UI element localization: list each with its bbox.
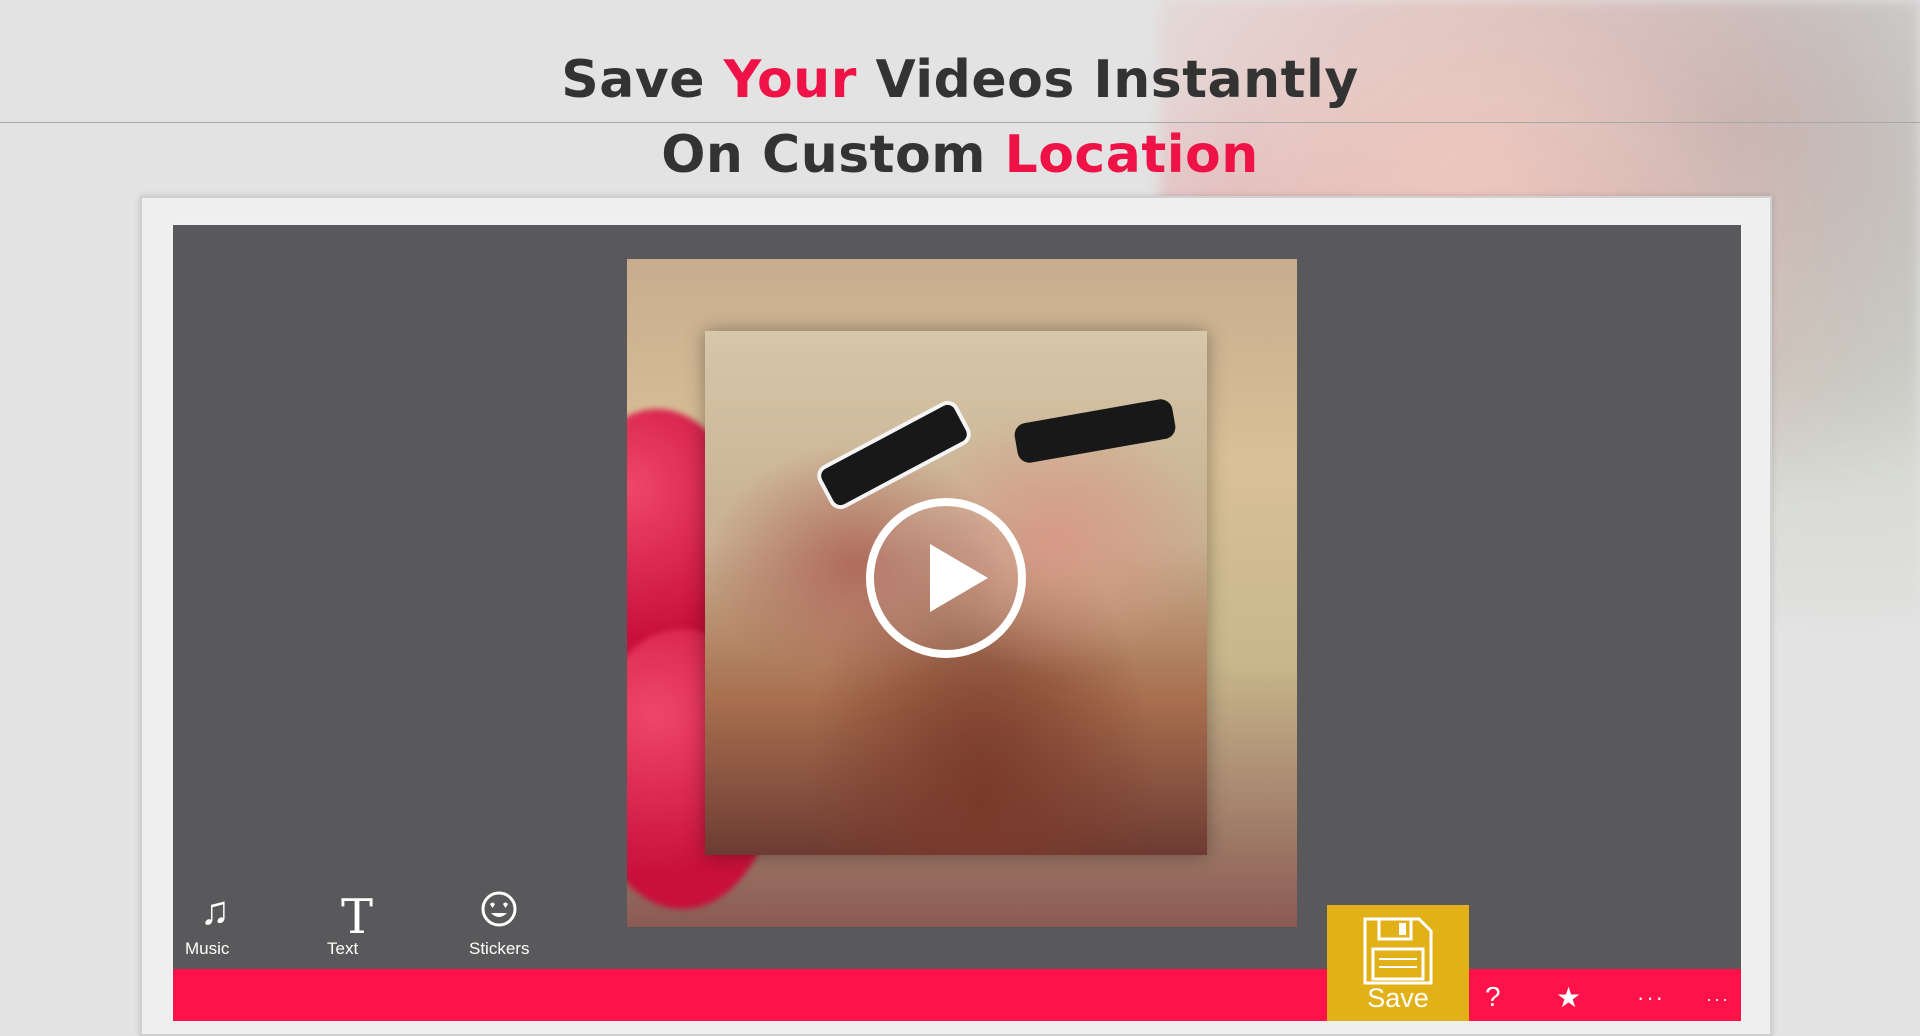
text-icon: T bbox=[340, 889, 373, 945]
video-editor-app: ♫ Music T Text Stickers Save ? ★ ··· ··· bbox=[171, 223, 1743, 1023]
music-tool-button[interactable]: ♫ Music bbox=[185, 889, 275, 959]
save-button[interactable]: Save bbox=[1327, 905, 1469, 1021]
play-button[interactable] bbox=[866, 498, 1026, 658]
sunglasses-shape bbox=[1012, 397, 1178, 465]
text-label: Text bbox=[327, 939, 359, 958]
app-bar-overflow-icon[interactable]: ··· bbox=[1706, 989, 1730, 1010]
sunglasses-shape bbox=[812, 396, 976, 514]
bottom-app-bar bbox=[173, 969, 1741, 1021]
headline-line-2: On Custom Location bbox=[661, 125, 1259, 185]
text-tool-button[interactable]: T Text bbox=[327, 889, 417, 959]
more-options-icon[interactable]: ··· bbox=[1637, 985, 1665, 1011]
stickers-label: Stickers bbox=[469, 939, 530, 958]
play-icon bbox=[930, 544, 988, 612]
divider bbox=[0, 122, 1920, 123]
video-preview[interactable] bbox=[627, 259, 1297, 927]
smiley-heart-eyes-icon bbox=[469, 889, 529, 939]
save-label: Save bbox=[1367, 983, 1429, 1013]
help-icon[interactable]: ? bbox=[1485, 981, 1501, 1013]
stickers-tool-button[interactable]: Stickers bbox=[469, 889, 559, 959]
music-label: Music bbox=[185, 939, 230, 958]
floppy-disk-icon bbox=[1363, 917, 1433, 985]
music-note-icon: ♫ bbox=[200, 889, 230, 933]
headline-line-1: Save Your Videos Instantly bbox=[561, 50, 1359, 110]
star-icon[interactable]: ★ bbox=[1556, 981, 1581, 1014]
